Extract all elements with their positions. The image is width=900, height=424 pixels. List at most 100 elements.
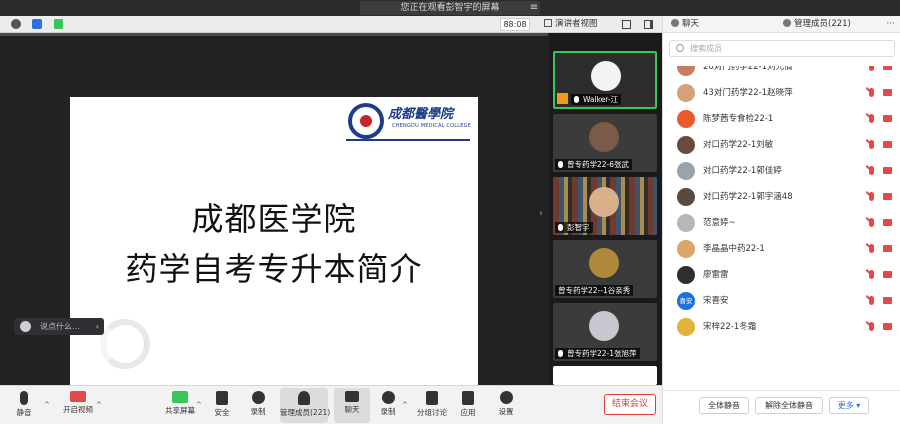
video-off-icon[interactable] [883,89,892,96]
mic-muted-icon[interactable] [869,244,874,253]
mic-muted-icon[interactable] [869,66,874,71]
collapse-video-icon[interactable]: › [539,208,543,219]
settings-button[interactable]: 设置 [488,388,524,423]
mute-label: 静音 [16,408,32,417]
video-off-icon[interactable] [883,219,892,226]
participant-name: 范意婷~ [703,218,736,228]
participant-name: 26对门药学22-1刘元倩 [703,66,793,72]
search-icon [676,44,684,52]
emoji-icon[interactable] [20,321,31,332]
video-off-icon[interactable] [883,297,892,304]
start-video-button[interactable]: 开启视频 [58,388,98,423]
video-off-icon[interactable] [883,115,892,122]
members-icon [783,19,791,27]
record-button[interactable]: 录制 [240,388,276,423]
college-name-en: CHENGDU MEDICAL COLLEGE [392,123,471,129]
avatar [589,122,619,152]
chevron-left-icon[interactable]: ‹ [96,318,99,335]
more-options-icon[interactable]: ··· [886,16,895,33]
chat-button[interactable]: 聊天 [334,388,370,423]
record2-button[interactable]: 录制 [370,388,406,423]
mic-muted-icon[interactable] [869,322,874,331]
member-search-input[interactable]: 搜索成员 [669,40,895,57]
participant-name: 李晶晶中药22-1 [703,244,765,254]
video-off-icon[interactable] [883,193,892,200]
list-item[interactable]: 对口药学22-1郭佳婷 [663,158,900,184]
list-item[interactable]: 宋梓22-1冬霜 [663,314,900,340]
video-off-icon[interactable] [883,66,892,70]
more-button[interactable]: 更多 ▾ [829,397,869,414]
chevron-up-icon[interactable]: ^ [196,401,202,409]
list-item[interactable]: 喜安 宋喜安 [663,288,900,314]
end-meeting-button[interactable]: 结束会议 [604,394,656,415]
list-item[interactable]: 李晶晶中药22-1 [663,236,900,262]
list-item[interactable]: 陈梦茜专食检22-1 [663,106,900,132]
info-icon[interactable] [11,19,21,29]
video-tile[interactable] [553,366,657,385]
meeting-timer: 88:08 [500,18,530,31]
security-button[interactable]: 安全 [204,388,240,423]
avatar [677,214,695,232]
list-item[interactable]: 26对门药学22-1刘元倩 [663,66,900,80]
video-off-icon[interactable] [883,323,892,330]
mute-button[interactable]: 静音 [6,388,42,423]
signal-icon[interactable] [54,19,63,29]
mic-muted-icon[interactable] [869,88,874,97]
avatar [677,266,695,284]
view-mode-button[interactable]: 演讲者视图 [540,17,602,32]
breakout-icon [426,391,438,405]
apps-icon [462,391,474,405]
mic-icon [558,161,563,168]
video-tile[interactable]: 曾专药学22-6张武 [553,114,657,172]
shield-icon[interactable] [32,19,42,29]
tab-chat[interactable]: 聊天 [671,16,699,33]
list-item[interactable]: 43对门药学22-1赵晓萍 [663,80,900,106]
video-off-icon[interactable] [883,167,892,174]
participant-name: 对口药学22-1刘敏 [703,140,774,150]
fullscreen-icon[interactable] [622,20,631,29]
apps-label: 应用 [460,408,476,417]
mic-muted-icon[interactable] [869,140,874,149]
breakout-rooms-button[interactable]: 分组讨论 [412,388,452,423]
chat-icon [671,19,679,27]
chevron-up-icon[interactable]: ^ [96,401,102,409]
share-screen-icon [172,391,188,403]
mic-muted-icon[interactable] [869,270,874,279]
slide-title-line2: 药学自考专升本简介 [125,250,423,288]
sidebar-toggle-icon[interactable] [644,20,653,29]
mic-muted-icon[interactable] [869,192,874,201]
mic-icon [558,350,563,357]
avatar [677,136,695,154]
video-tile[interactable]: 曾专药学22-1张旭萍 [553,303,657,361]
chevron-up-icon[interactable]: ^ [44,401,50,409]
list-item[interactable]: 对口药学22-1刘敏 [663,132,900,158]
manage-members-button[interactable]: 管理成员(221) [280,388,330,423]
mic-muted-icon[interactable] [869,296,874,305]
meeting-toolbar: 静音 ^ 开启视频 ^ 共享屏幕 ^ 安全 录制 管理成员(221) 聊天 录制… [0,385,662,424]
participant-name: 彭智宇 [555,222,593,233]
chevron-up-icon[interactable]: ^ [402,401,408,409]
share-screen-button[interactable]: 共享屏幕 [160,388,200,423]
chat-quick-input[interactable]: 说点什么... ‹ [14,318,104,335]
avatar [589,248,619,278]
shield-icon [216,391,228,405]
menu-icon[interactable]: ≡ [526,0,542,16]
unmute-all-button[interactable]: 解除全体静音 [755,397,823,414]
mic-muted-icon[interactable] [869,114,874,123]
video-tile[interactable]: 彭智宇 [553,177,657,235]
video-tile[interactable]: 曾专药学22--1谷亲秀 [553,240,657,298]
video-off-icon[interactable] [883,271,892,278]
mute-all-button[interactable]: 全体静音 [699,397,749,414]
list-item[interactable]: 对口药学22-1郭宇涵48 [663,184,900,210]
record-icon [251,391,265,404]
video-off-icon[interactable] [883,245,892,252]
avatar [589,187,619,217]
apps-button[interactable]: 应用 [450,388,486,423]
mic-muted-icon[interactable] [869,218,874,227]
video-off-icon[interactable] [883,141,892,148]
video-tile[interactable]: Walker-江 [553,51,657,109]
mic-muted-icon[interactable] [869,166,874,175]
list-item[interactable]: 廖雷雷 [663,262,900,288]
list-item[interactable]: 范意婷~ [663,210,900,236]
tab-members[interactable]: 管理成员(221) [783,16,851,33]
